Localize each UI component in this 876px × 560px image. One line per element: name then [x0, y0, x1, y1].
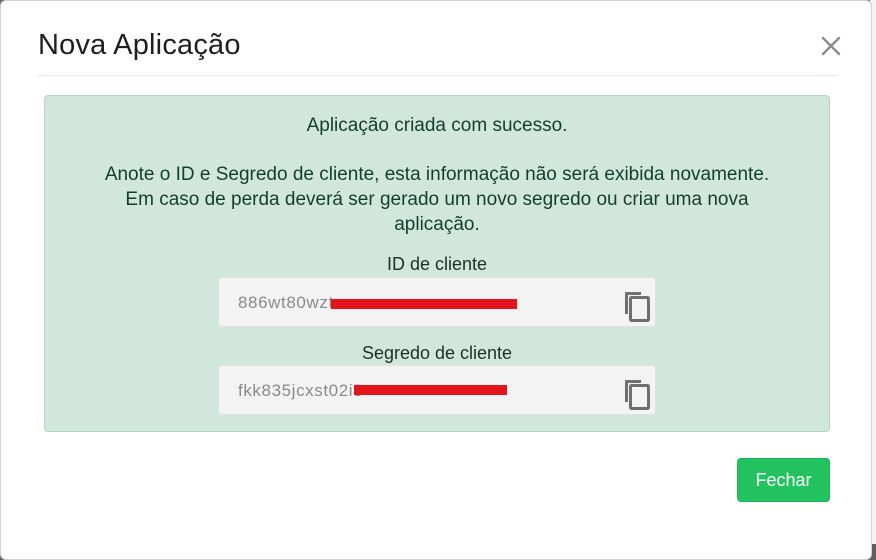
client-id-label: ID de cliente — [386, 254, 488, 274]
modal-header: Nova Aplicação — [38, 19, 841, 76]
client-secret-label: Segredo de cliente — [361, 343, 513, 363]
client-id-value: 886wt80wzt — [238, 293, 334, 312]
redaction-bar — [331, 299, 517, 309]
success-message: Aplicação criada com sucesso. — [306, 115, 568, 136]
client-secret-field[interactable]: fkk835jcxst02i3 — [218, 365, 656, 415]
warning-message-line-3: aplicação. — [394, 214, 480, 235]
copy-icon[interactable] — [621, 288, 653, 324]
modal-title: Nova Aplicação — [38, 29, 241, 61]
success-alert: Aplicação criada com sucesso. Anote o ID… — [44, 95, 830, 432]
warning-message-line-1: Anote o ID e Segredo de cliente, esta in… — [104, 164, 770, 185]
new-application-modal: Nova Aplicação Aplicação criada com suce… — [0, 0, 872, 560]
copy-icon[interactable] — [621, 376, 653, 412]
close-button[interactable]: Fechar — [737, 458, 830, 502]
warning-message-line-2: Em caso de perda deverá ser gerado um no… — [125, 189, 749, 210]
redaction-bar — [354, 385, 507, 395]
client-secret-value: fkk835jcxst02i3 — [238, 381, 364, 400]
close-icon[interactable] — [817, 32, 845, 60]
client-id-field[interactable]: 886wt80wzt — [218, 277, 656, 327]
